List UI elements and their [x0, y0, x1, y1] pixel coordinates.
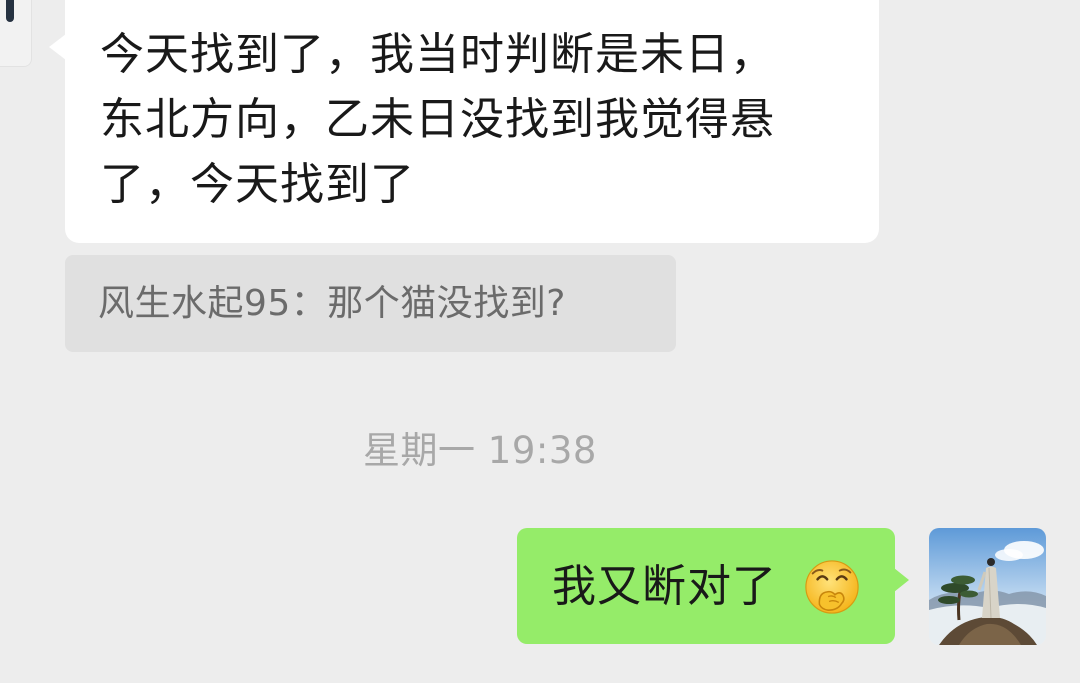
- quoted-message-text: 风生水起95：那个猫没找到?: [98, 283, 566, 324]
- message-timestamp: 星期一 19:38: [363, 429, 597, 472]
- user-avatar[interactable]: [929, 528, 1046, 645]
- quoted-message[interactable]: 风生水起95：那个猫没找到?: [65, 255, 676, 352]
- mountain-scholar-avatar-icon: [929, 528, 1046, 645]
- outgoing-message-text: 我又断对了: [552, 561, 777, 612]
- smirk-emoji-icon: [805, 560, 859, 614]
- message-line: 东北方向，乙未日没找到我觉得悬: [100, 94, 775, 145]
- message-line: 了，今天找到了: [100, 159, 415, 210]
- avatar-image: [6, 0, 14, 22]
- incoming-message-bubble[interactable]: 今天找到了，我当时判断是未日， 东北方向，乙未日没找到我觉得悬 了，今天找到了: [49, 0, 879, 243]
- outgoing-message-bubble[interactable]: 我又断对了: [517, 528, 909, 644]
- message-line: 今天找到了，我当时判断是未日，: [100, 29, 775, 80]
- contact-avatar[interactable]: [0, 0, 32, 67]
